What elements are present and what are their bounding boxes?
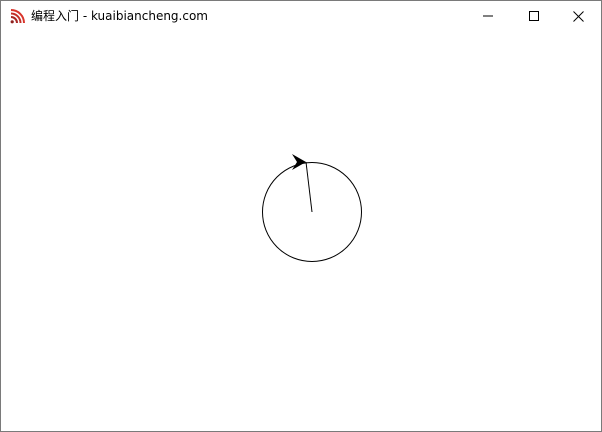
title-bar[interactable]: 编程入门 - kuaibiancheng.com	[1, 1, 601, 31]
close-icon	[572, 10, 584, 22]
close-button[interactable]	[555, 1, 601, 31]
turtle-cursor	[292, 154, 306, 170]
turtle-radius-line	[305, 161, 313, 213]
maximize-icon	[529, 11, 539, 21]
minimize-button[interactable]	[465, 1, 511, 31]
drawing-surface	[262, 154, 362, 262]
app-window: 编程入门 - kuaibiancheng.com	[0, 0, 602, 432]
window-title: 编程入门 - kuaibiancheng.com	[31, 9, 208, 23]
feed-waves-icon	[10, 8, 26, 24]
maximize-button[interactable]	[511, 1, 557, 31]
minimize-icon	[483, 15, 493, 17]
turtle-canvas[interactable]	[1, 31, 601, 431]
